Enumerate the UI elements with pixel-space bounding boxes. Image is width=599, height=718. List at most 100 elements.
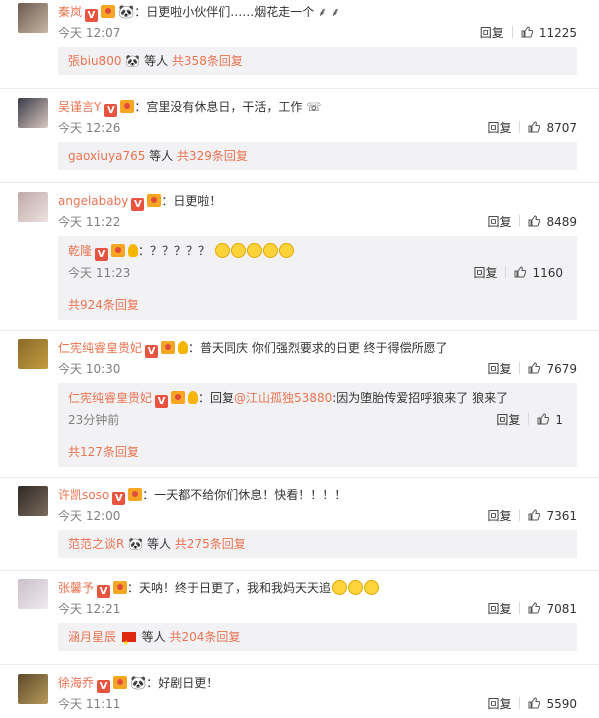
comment-ops: 回复 7679 [487,360,577,378]
avatar[interactable] [18,579,48,609]
reply-button[interactable]: 回复 [496,413,520,427]
reply-username-link[interactable]: 仁宪纯睿皇贵妃 [68,391,152,405]
reply-count-link[interactable]: 共358条回复 [172,54,243,68]
mention-link[interactable]: @江山孤独53880 [234,391,332,405]
reply-button[interactable]: 回复 [487,600,511,618]
divider [505,266,507,278]
sub-reply-user[interactable]: gaoxiuya765 [68,149,145,163]
comment-time: 今天 11:22 [58,215,121,229]
reply-ops: 回复 1160 [473,264,563,282]
comment-text: 宫里没有休息日，干活，工作 [146,100,303,114]
reply-button[interactable]: 回复 [487,360,511,378]
panda-icon: 🐼 [128,537,144,551]
comment-ops: 回复 7361 [487,507,577,525]
divider [519,509,521,521]
etc-label: 等人 [144,54,169,68]
thumbs-up-icon[interactable] [528,697,541,709]
comment-ops: 回复 11225 [480,24,577,42]
comment-text: 天呐！终于日更了，我和我妈天天追 [139,581,332,595]
verified-badge-icon: V [104,104,118,117]
vip-badge-icon [147,194,162,207]
fireworks-emoji-icon: ⸙ ⸙ [314,5,340,19]
comment-text: 好剧日更！ [158,676,219,690]
reply-button[interactable]: 回复 [473,266,497,280]
divider [0,330,599,331]
username-link[interactable]: 仁宪纯睿皇贵妃 [58,341,142,355]
verified-badge-icon: V [112,492,126,505]
reply-time: 今天 11:23 [68,266,131,280]
thumbs-up-icon[interactable] [537,413,550,425]
thumbs-up-icon[interactable] [528,121,541,133]
vip-badge-icon [120,100,135,113]
divider [0,477,599,478]
reply-button[interactable]: 回复 [487,695,511,713]
like-count: 5590 [546,697,577,711]
reply-button[interactable]: 回复 [487,119,511,137]
avatar[interactable] [18,3,48,33]
avatar[interactable] [18,98,48,128]
comment-time: 今天 12:26 [58,121,121,135]
reply-text: ？？？？？ [150,244,211,258]
thumbs-up-icon[interactable] [528,215,541,227]
verified-badge-icon: V [155,395,169,408]
username-link[interactable]: 吴谨言Y [58,100,101,114]
reply-button[interactable]: 回复 [487,213,511,231]
verified-badge-icon: V [131,198,145,211]
comment-line: 张馨予 V ：天呐！终于日更了，我和我妈天天追 [58,579,380,598]
thumbs-up-icon[interactable] [514,266,527,278]
sub-replies-summary[interactable]: 涵月星辰 等人 共204条回复 [58,623,577,657]
username-link[interactable]: 秦岚 [58,5,82,19]
sub-replies-summary[interactable]: 范范之谈R 🐼 等人 共275条回复 [58,530,577,558]
panda-icon: 🐼 [125,54,141,68]
smile-emoji-icon [262,243,278,258]
sub-replies-summary[interactable]: 張biu800 🐼 等人 共358条回复 [58,47,577,75]
username-link[interactable]: 张馨予 [58,581,94,595]
reply-count-link[interactable]: 共127条回复 [68,443,139,461]
username-link[interactable]: angelababy [58,194,128,208]
laugh-emoji-icon [364,580,380,595]
comment-text: 日更啦小伙伴们……烟花走一个 [146,5,315,19]
divider [0,570,599,571]
comment-time: 今天 10:30 [58,362,121,376]
etc-label: 等人 [146,537,171,551]
thumbs-up-icon[interactable] [528,362,541,374]
avatar[interactable] [18,339,48,369]
avatar[interactable] [18,486,48,516]
comment-ops: 回复 8707 [487,119,577,137]
sub-reply-user[interactable]: 張biu800 [68,54,121,68]
username-link[interactable]: 徐海乔 [58,676,94,690]
comment-line: angelababy V ：日更啦！ [58,194,222,211]
avatar[interactable] [18,192,48,222]
vip-badge-icon [111,244,126,257]
reply-count-link[interactable]: 共924条回复 [68,296,139,314]
vip-badge-icon [113,676,128,689]
reply-count-link[interactable]: 共204条回复 [170,630,241,644]
smile-emoji-icon [246,243,262,258]
divider [519,362,521,374]
reply-line: 乾隆 V：？？？？？ [68,242,294,261]
comment-text: 普天同庆 你们强烈要求的日更 终于得偿所愿了 [200,341,448,355]
reply-button[interactable]: 回复 [480,24,504,42]
reply-count-link[interactable]: 共329条回复 [177,149,248,163]
sub-reply-user[interactable]: 范范之谈R [68,537,124,551]
reply-button[interactable]: 回复 [487,507,511,525]
thumbs-up-icon[interactable] [528,602,541,614]
verified-badge-icon: V [85,9,99,22]
like-count: 11225 [538,26,577,40]
thumbs-up-icon[interactable] [528,509,541,521]
comment-time: 今天 11:11 [58,697,121,711]
panda-badge-icon: 🐼 [130,676,147,691]
phone-emoji-icon: ☏ [302,100,322,114]
vip-badge-icon [113,581,128,594]
sub-reply-user[interactable]: 涵月星辰 [68,630,116,644]
reply-username-link[interactable]: 乾隆 [68,244,92,258]
like-count: 1160 [532,266,563,280]
divider [0,664,599,665]
thumbs-up-icon[interactable] [521,26,533,38]
sub-replies-summary[interactable]: gaoxiuya765 等人 共329条回复 [58,142,577,170]
username-link[interactable]: 许凯soso [58,488,109,502]
comment-text: 一天都不给你们休息！快看！！！！ [154,488,347,502]
reply-count-link[interactable]: 共275条回复 [175,537,246,551]
avatar[interactable] [18,674,48,704]
vip-badge-icon [171,391,186,404]
